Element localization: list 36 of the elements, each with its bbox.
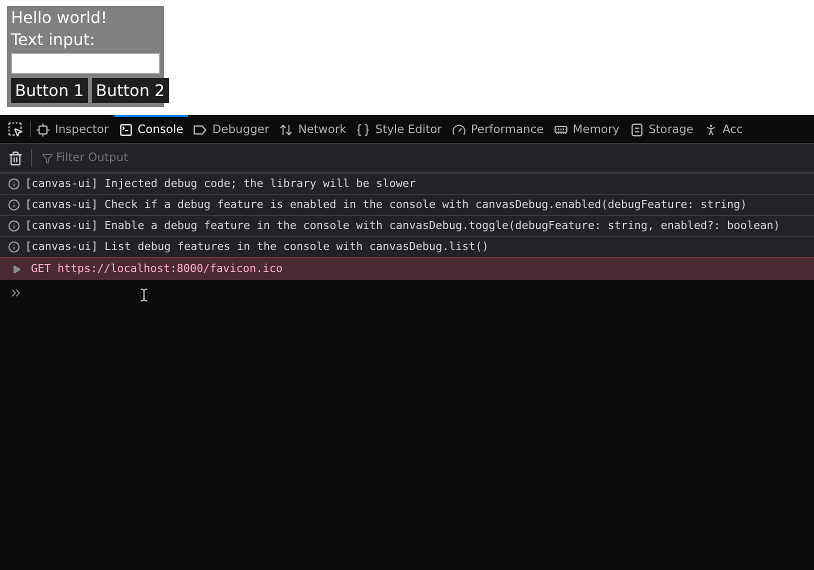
devtools-tab[interactable]: Acc: [698, 115, 748, 143]
info-icon: [8, 241, 20, 253]
expand-triangle-icon[interactable]: [12, 264, 21, 274]
devtools-tab[interactable]: Debugger: [188, 115, 274, 143]
inspector-icon: [36, 123, 50, 137]
message-text: [canvas-ui] Check if a debug feature is enabled in the console with canvasDebug.enabled(debugFeature: string): [25, 196, 747, 213]
canvas-button[interactable]: Button 2: [92, 78, 169, 103]
devtools-tab[interactable]: Performance: [446, 115, 549, 143]
gauge-icon: [452, 123, 466, 137]
memory-chip-icon: [554, 123, 568, 137]
message-text: [canvas-ui] Enable a debug feature in the console with canvasDebug.toggle(debugFeature: string, enabled?: boolean): [25, 218, 780, 234]
devtools-tab[interactable]: Style Editor: [351, 115, 447, 143]
braces-icon: [356, 123, 370, 137]
input-label: Text input:: [11, 29, 96, 51]
devtools-tab[interactable]: Storage: [624, 115, 698, 143]
trash-icon[interactable]: [8, 150, 23, 166]
devtools-tab[interactable]: Network: [274, 115, 352, 143]
message-text: [canvas-ui] Injected debug code; the library will be slower: [25, 176, 416, 192]
info-icon: [8, 220, 20, 232]
text-input[interactable]: [11, 53, 160, 74]
message-text: GET https://localhost:8000/favicon.ico: [31, 260, 283, 277]
devtools-tab[interactable]: Memory: [548, 115, 624, 143]
info-icon: [8, 178, 20, 190]
heading: Hello world!: [11, 7, 108, 29]
filter-icon: [42, 152, 53, 164]
terminal-icon: [118, 123, 133, 137]
storage-icon: [630, 123, 644, 137]
error-message-row[interactable]: GET https://localhost:8000/favicon.ico: [0, 257, 814, 280]
devtools-tab[interactable]: Inspector: [31, 115, 114, 143]
up-down-arrows-icon: [279, 123, 294, 137]
message-text: [canvas-ui] List debug features in the console with canvasDebug.list(): [25, 238, 489, 255]
element-picker-icon[interactable]: [7, 121, 23, 137]
filter-field[interactable]: Filter Output: [56, 149, 256, 167]
info-icon: [8, 199, 20, 211]
tag-icon: [193, 123, 208, 137]
canvas-button[interactable]: Button 1: [11, 78, 88, 103]
